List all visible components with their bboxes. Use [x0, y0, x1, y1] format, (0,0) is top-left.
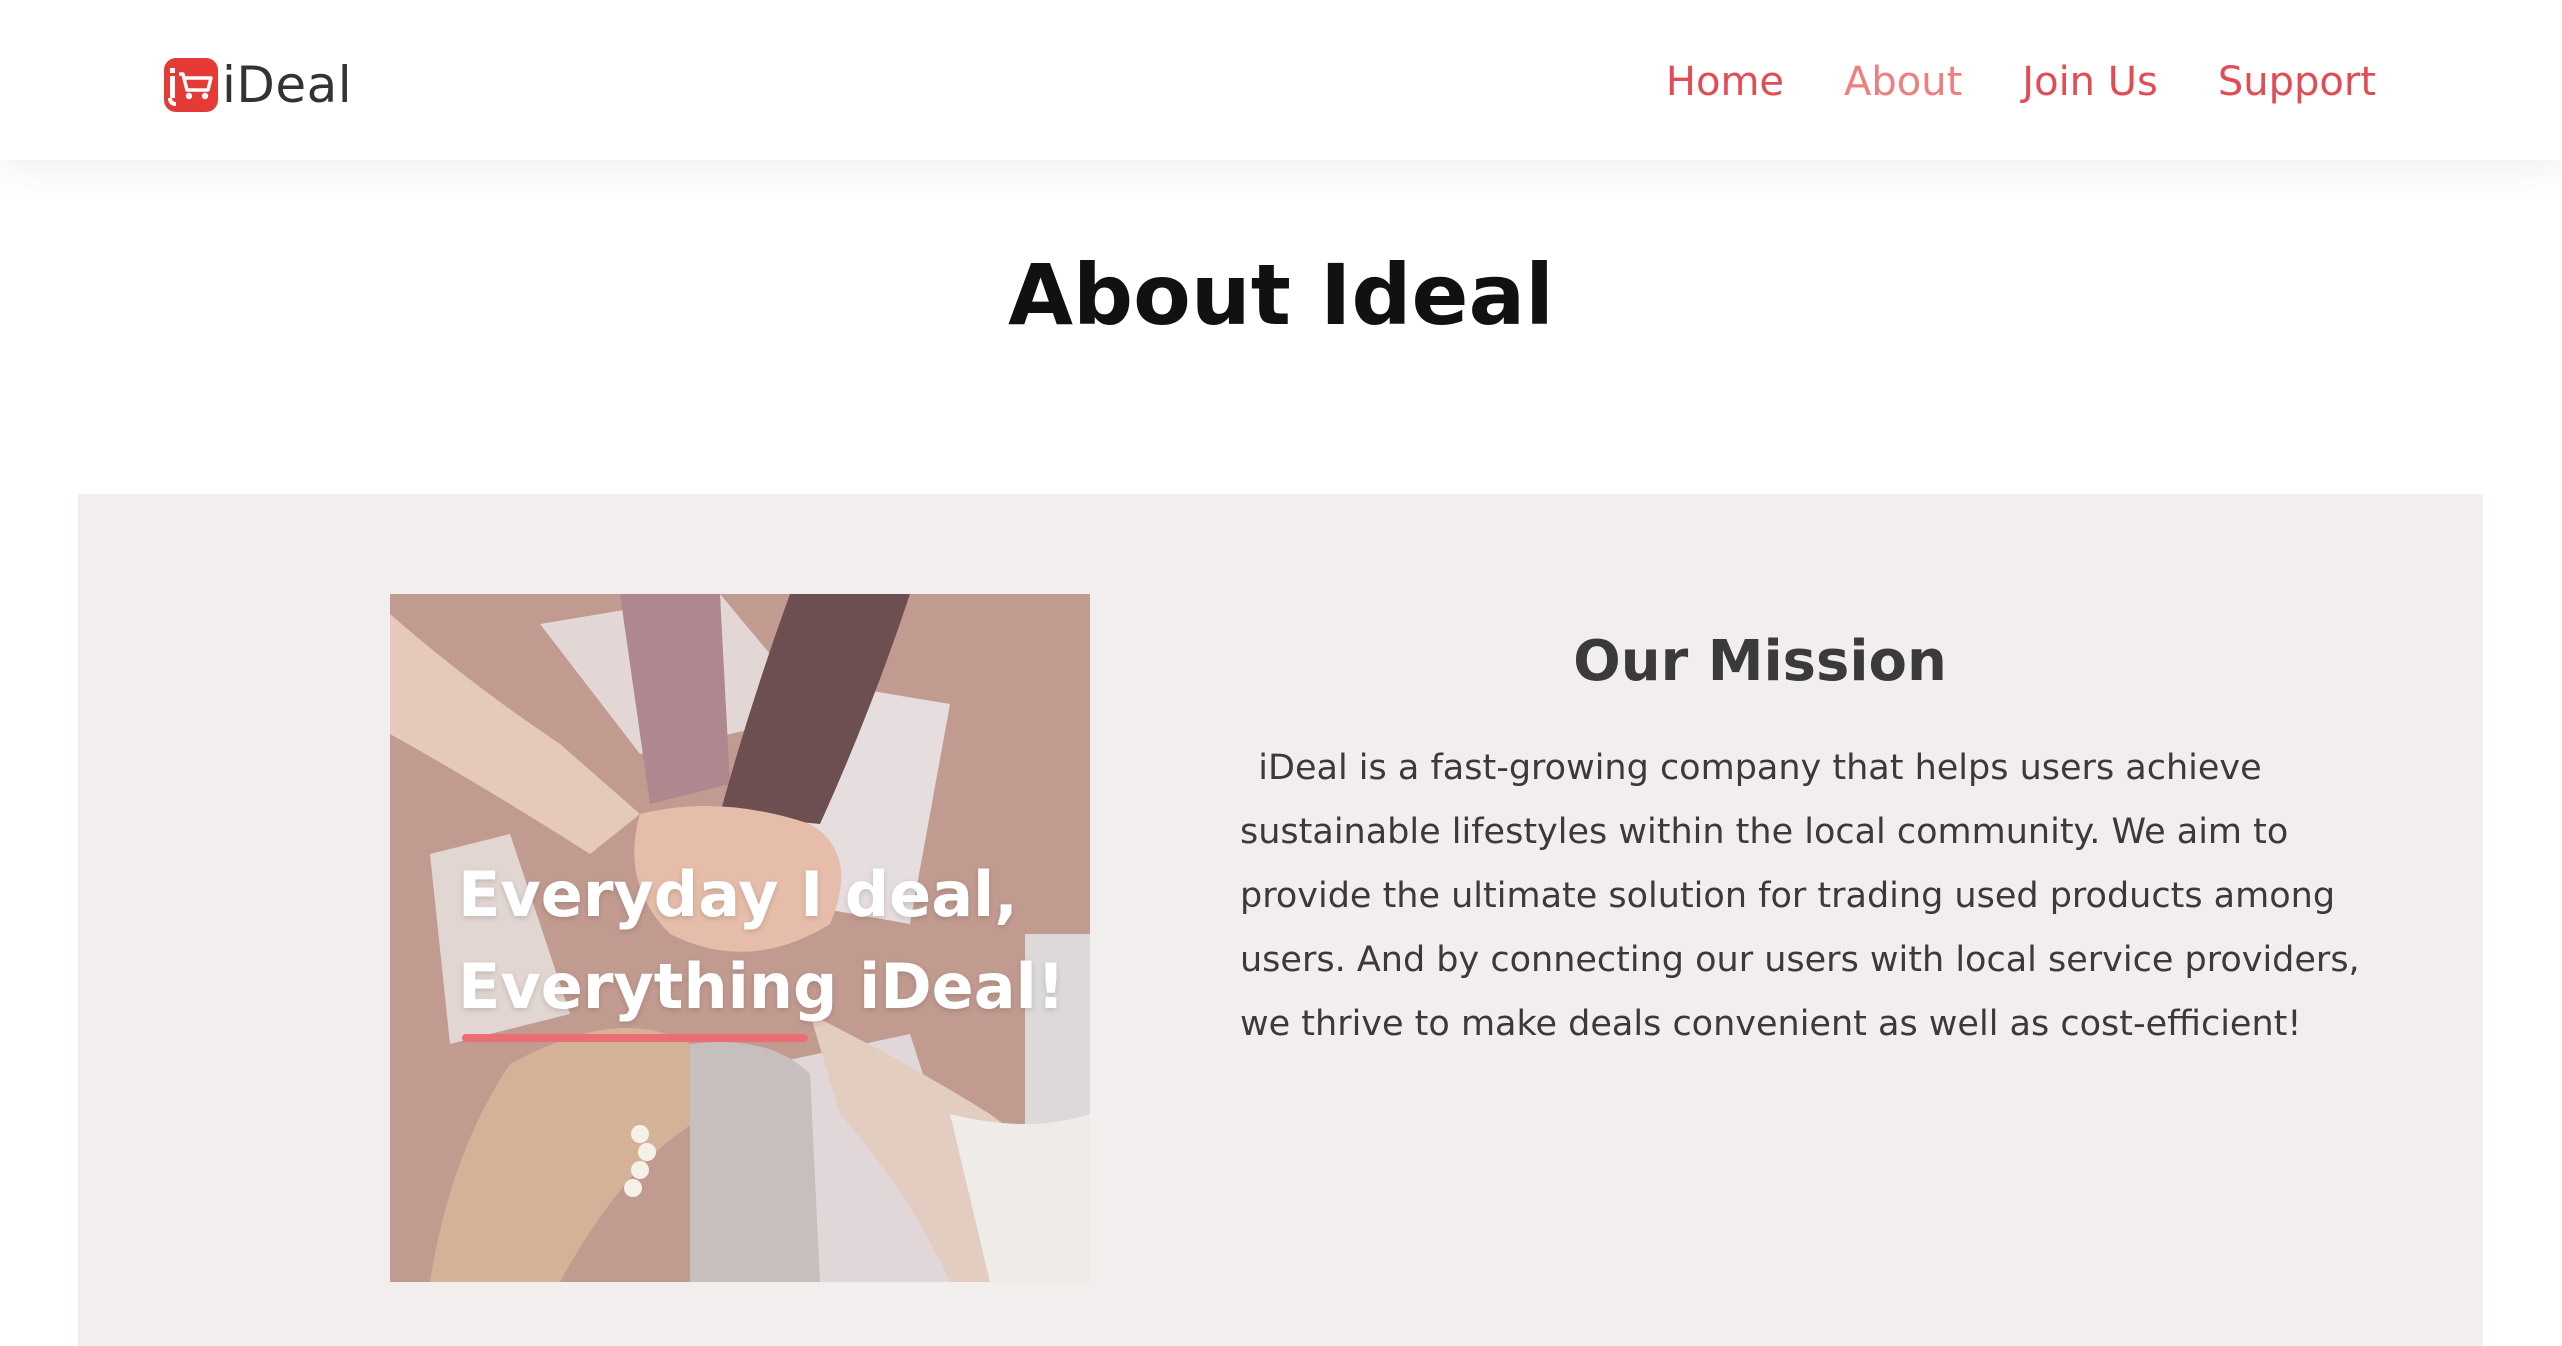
image-slogan: Everyday I deal, Everything iDeal!: [458, 849, 1065, 1033]
nav-item-home[interactable]: Home: [1666, 52, 1784, 112]
main-nav: Home About Join Us Support: [1606, 52, 2376, 112]
mission-title: Our Mission: [1573, 629, 1947, 694]
image-slogan-line: Everything iDeal!: [458, 950, 1066, 1023]
nav-item-join-us[interactable]: Join Us: [2022, 52, 2158, 112]
mission-text-line: we thrive to make deals convenient as we…: [1240, 1004, 2302, 1044]
slogan-underline: [462, 1034, 808, 1042]
mission-section: Everyday I deal, Everything iDeal! Our M…: [78, 494, 2483, 1346]
mission-text-line: users. And by connecting our users with …: [1240, 940, 2360, 980]
mission-text-line: sustainable lifestyles within the local …: [1240, 812, 2289, 852]
nav-item-support[interactable]: Support: [2218, 52, 2376, 112]
page-title: About Ideal: [1008, 246, 1554, 344]
brand-logo[interactable]: iDeal: [164, 58, 352, 112]
mission-text-line: iDeal is a fast-growing company that hel…: [1258, 748, 2262, 788]
image-slogan-line: Everyday I deal,: [458, 858, 1018, 931]
mission-content: Our Mission iDeal is a fast-growing comp…: [1240, 622, 2360, 1056]
mission-text-line: provide the ultimate solution for tradin…: [1240, 876, 2336, 916]
team-hands-image: Everyday I deal, Everything iDeal!: [390, 594, 1090, 1282]
nav-item-about[interactable]: About: [1844, 52, 1962, 112]
brand-name: iDeal: [222, 56, 353, 114]
shopping-cart-icon: [164, 58, 218, 112]
site-header: iDeal Home About Join Us Support: [0, 0, 2562, 160]
mission-description: iDeal is a fast-growing company that hel…: [1240, 736, 2360, 1056]
